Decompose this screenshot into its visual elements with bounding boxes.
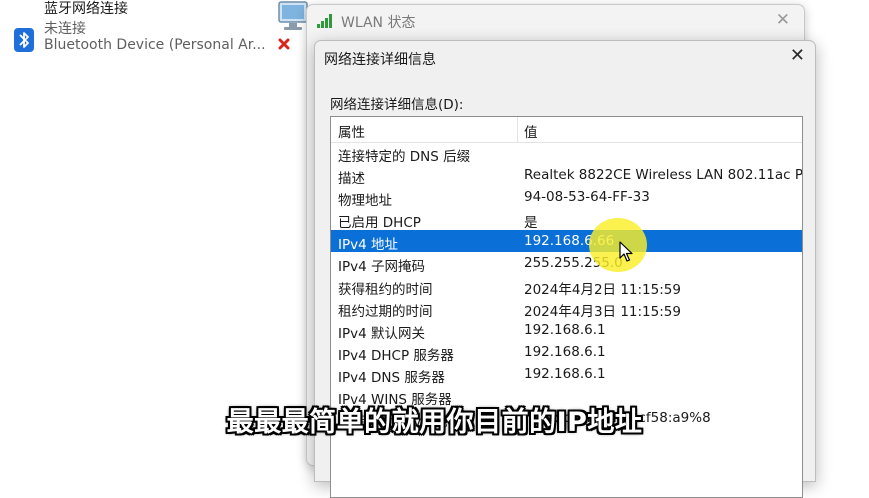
connection-device: Bluetooth Device (Personal Ar... (44, 37, 266, 53)
table-row[interactable]: 描述 Realtek 8822CE Wireless LAN 802.11ac … (331, 164, 803, 188)
table-row[interactable]: 获得租约的时间 2024年4月2日 11:15:59 (331, 275, 802, 298)
row-value: 2024年4月3日 11:15:59 (524, 303, 681, 320)
row-property: IPv4 DHCP 服务器 (338, 347, 454, 364)
listview-rows: 连接特定的 DNS 后缀 描述 Realtek 8822CE Wireless … (331, 142, 803, 431)
wlan-close-icon[interactable]: ✕ (776, 10, 790, 30)
connection-name: 蓝牙网络连接 (44, 1, 128, 17)
row-property: 获得租约的时间 (338, 281, 433, 298)
network-details-dialog: 网络连接详细信息 ✕ 网络连接详细信息(D): 属性 值 连接特定的 DNS 后… (314, 40, 816, 498)
table-row[interactable]: IPv4 WINS 服务器 (331, 385, 802, 409)
row-value: 192.168.6.66 (524, 233, 615, 250)
table-row[interactable]: IPv4 DHCP 服务器 192.168.6.1 (331, 341, 802, 364)
table-row[interactable]: 连接-本地 IPv6 地址 fe80::cc1b:1a40:cf58:a9%8 (331, 407, 802, 431)
table-row[interactable]: 已启用 DHCP 是 (331, 208, 802, 232)
row-value: 94-08-53-64-FF-33 (524, 189, 650, 206)
wifi-signal-icon (317, 14, 332, 28)
table-row[interactable]: 连接特定的 DNS 后缀 (331, 142, 802, 165)
table-row[interactable]: IPv4 默认网关 192.168.6.1 (331, 319, 802, 342)
details-list-label: 网络连接详细信息(D): (330, 97, 464, 113)
row-property: 连接-本地 IPv6 地址 (338, 414, 462, 431)
column-header-value[interactable]: 值 (524, 121, 538, 141)
row-value: 是 (524, 215, 538, 232)
row-property: IPv4 默认网关 (338, 325, 425, 342)
row-value: Realtek 8822CE Wireless LAN 802.11ac PCI… (524, 167, 803, 184)
details-listview[interactable]: 属性 值 连接特定的 DNS 后缀 描述 Realtek 8822CE Wire… (330, 116, 803, 498)
dialog-close-icon[interactable]: ✕ (790, 46, 805, 66)
row-value: 192.168.6.1 (524, 365, 606, 382)
row-property: IPv4 地址 (338, 237, 398, 254)
row-value: 192.168.6.1 (524, 321, 606, 338)
row-property: 连接特定的 DNS 后缀 (338, 149, 471, 165)
wlan-window-title: WLAN 状态 (341, 15, 416, 31)
connection-status: 未连接 (44, 21, 86, 37)
network-adapter-disconnected-icon[interactable] (276, 0, 310, 56)
row-property: IPv4 子网掩码 (338, 259, 425, 276)
bluetooth-connection-item[interactable]: 蓝牙网络连接 未连接 Bluetooth Device (Personal Ar… (8, 0, 278, 64)
row-property: 物理地址 (338, 193, 392, 210)
table-row[interactable]: 租约过期的时间 2024年4月3日 11:15:59 (331, 297, 802, 320)
column-header-property[interactable]: 属性 (338, 121, 365, 141)
row-property: 描述 (338, 171, 365, 188)
listview-header: 属性 值 (331, 117, 802, 143)
row-value: fe80::cc1b:1a40:cf58:a9%8 (524, 410, 711, 427)
dialog-title: 网络连接详细信息 (324, 52, 436, 68)
table-row[interactable]: IPv4 子网掩码 255.255.255.0 (331, 252, 802, 276)
table-row-selected[interactable]: IPv4 地址 192.168.6.66 (331, 230, 802, 254)
row-value: 192.168.6.1 (524, 343, 606, 360)
row-property: 已启用 DHCP (338, 215, 421, 232)
table-row[interactable]: 物理地址 94-08-53-64-FF-33 (331, 186, 802, 210)
row-value: 255.255.255.0 (524, 255, 623, 272)
row-property: 租约过期的时间 (338, 303, 433, 320)
row-property: IPv4 DNS 服务器 (338, 369, 445, 386)
column-divider[interactable] (517, 117, 518, 142)
row-property: IPv4 WINS 服务器 (338, 392, 452, 409)
table-row[interactable]: IPv4 DNS 服务器 192.168.6.1 (331, 363, 802, 386)
row-value: 2024年4月2日 11:15:59 (524, 281, 681, 298)
bluetooth-icon (14, 28, 34, 52)
